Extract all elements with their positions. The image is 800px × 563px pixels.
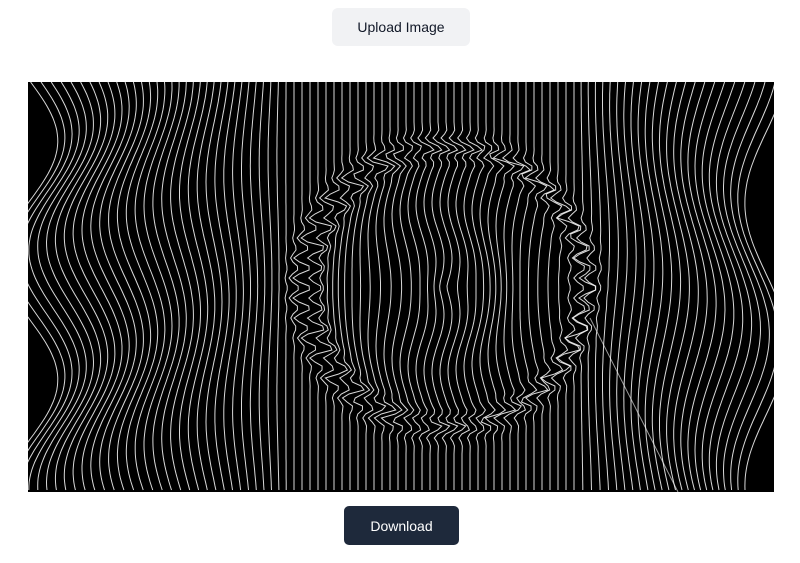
art-line bbox=[564, 82, 589, 490]
art-line bbox=[572, 82, 597, 490]
art-line bbox=[214, 82, 230, 491]
art-line bbox=[276, 82, 280, 491]
art-line bbox=[535, 82, 556, 490]
art-line bbox=[336, 82, 353, 490]
download-button[interactable]: Download bbox=[344, 506, 459, 545]
art-line bbox=[630, 82, 646, 491]
art-line bbox=[258, 82, 266, 491]
art-line bbox=[737, 84, 774, 491]
art-line bbox=[609, 82, 619, 491]
art-line bbox=[372, 82, 397, 490]
art-line bbox=[556, 82, 581, 490]
art-line bbox=[722, 82, 762, 491]
art-line bbox=[644, 82, 664, 491]
art-line bbox=[511, 82, 532, 490]
art-line bbox=[680, 82, 708, 491]
art-line bbox=[284, 82, 288, 490]
art-line bbox=[694, 82, 726, 491]
art-line bbox=[359, 82, 375, 490]
art-line bbox=[366, 82, 389, 490]
art-line bbox=[687, 82, 717, 491]
art-line bbox=[524, 82, 549, 490]
art-line bbox=[594, 82, 602, 491]
art-line bbox=[152, 82, 180, 491]
line-art-canvas bbox=[28, 82, 774, 492]
art-line bbox=[81, 82, 123, 491]
art-line bbox=[143, 82, 173, 491]
art-line bbox=[391, 82, 409, 490]
art-line bbox=[300, 82, 325, 490]
art-line bbox=[267, 82, 273, 491]
upload-image-button[interactable]: Upload Image bbox=[332, 8, 470, 46]
art-line bbox=[492, 82, 517, 490]
art-line bbox=[479, 82, 496, 490]
art-line bbox=[708, 82, 744, 491]
art-line bbox=[324, 82, 349, 490]
art-line bbox=[471, 82, 487, 490]
art-line bbox=[72, 82, 116, 491]
art-line bbox=[540, 82, 564, 490]
art-line bbox=[602, 82, 610, 491]
art-line bbox=[288, 82, 299, 490]
art-line bbox=[549, 82, 572, 490]
art-line bbox=[666, 82, 690, 491]
art-line bbox=[99, 82, 137, 491]
art-line bbox=[292, 82, 310, 490]
art-line bbox=[249, 82, 259, 491]
art-line bbox=[407, 82, 423, 490]
art-line bbox=[673, 82, 699, 491]
art-line bbox=[715, 82, 753, 491]
app-root: Upload Image Download bbox=[0, 0, 800, 563]
line-art-image bbox=[28, 82, 774, 492]
